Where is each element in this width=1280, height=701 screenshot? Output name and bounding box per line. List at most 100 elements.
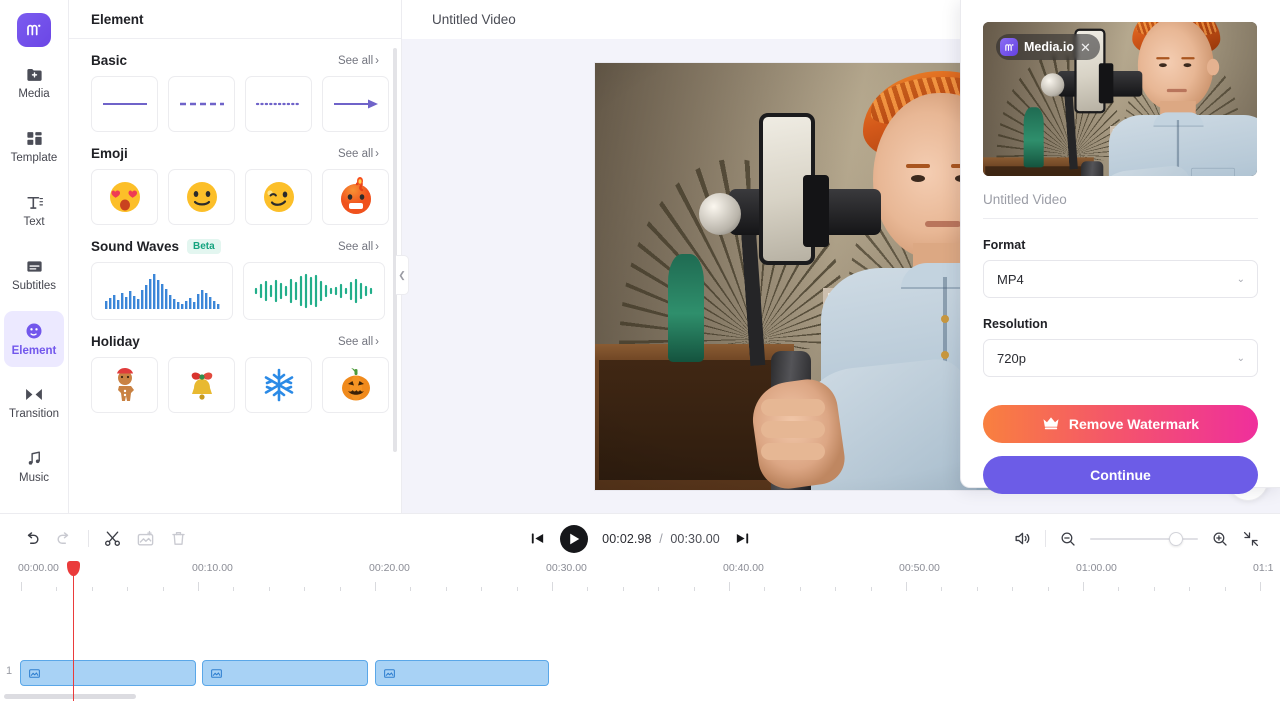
element-winking-emoji[interactable]: [245, 169, 312, 225]
thumb-eye-right: [1183, 63, 1192, 68]
tick-label: 01:1: [1253, 562, 1274, 574]
ruler-minor-tick: [1047, 587, 1049, 591]
format-select[interactable]: MP4 ⌄: [983, 260, 1258, 298]
sidebar-item-label: Element: [11, 344, 57, 357]
timeline-ruler[interactable]: 00:00.00 00:10.00 00:20.00 00:30.00 00:4…: [0, 562, 1280, 596]
add-image-icon[interactable]: [136, 529, 155, 548]
element-dashed-line[interactable]: [168, 76, 235, 132]
app-logo-icon[interactable]: [17, 13, 51, 47]
element-smiling-emoji[interactable]: [168, 169, 235, 225]
timeline-horizontal-scrollbar[interactable]: [4, 694, 136, 699]
editor-toolbar: 00:02.98 / 00:30.00: [0, 513, 1280, 562]
sidebar-item-media[interactable]: Media: [4, 55, 64, 111]
zoom-slider[interactable]: [1090, 531, 1198, 546]
image-icon: [210, 667, 223, 680]
element-heart-eyes-emoji[interactable]: [91, 169, 158, 225]
element-panel-header: Element: [69, 0, 401, 39]
fit-collapse-icon[interactable]: [1242, 530, 1260, 548]
table-row[interactable]: [20, 660, 196, 686]
track-number: 1: [6, 665, 13, 677]
ruler-minor-tick: [481, 587, 483, 591]
remove-watermark-label: Remove Watermark: [1068, 416, 1200, 432]
ruler-minor-tick: [1153, 587, 1155, 591]
thumb-brow-right: [1181, 57, 1195, 60]
section-header-holiday: Holiday See all ›: [91, 334, 379, 349]
sidebar-item-element[interactable]: Element: [4, 311, 64, 367]
element-gingerbread-man[interactable]: [91, 357, 158, 413]
scissors-icon[interactable]: [103, 529, 122, 548]
element-dotted-line[interactable]: [245, 76, 312, 132]
total-time: 00:30.00: [670, 531, 720, 546]
remove-watermark-button[interactable]: Remove Watermark: [983, 405, 1258, 443]
ruler-major-tick: [21, 582, 22, 591]
basic-grid: [91, 76, 389, 132]
see-all-sound-waves[interactable]: See all ›: [338, 241, 379, 253]
panel-collapse-toggle[interactable]: ❮: [396, 255, 409, 295]
see-all-holiday[interactable]: See all ›: [338, 336, 379, 348]
section-title: Holiday: [91, 334, 140, 349]
resolution-select[interactable]: 720p ⌄: [983, 339, 1258, 377]
sidebar-item-text[interactable]: Text: [4, 183, 64, 239]
element-blue-bar-waveform[interactable]: [91, 262, 233, 320]
element-jack-o-lantern[interactable]: [322, 357, 389, 413]
element-christmas-bell[interactable]: [168, 357, 235, 413]
see-all-label: See all: [337, 54, 374, 67]
chevron-left-icon: ❮: [398, 269, 406, 280]
element-panel-scrollbar[interactable]: [393, 48, 397, 452]
section-title: Sound Waves: [91, 239, 180, 254]
table-row[interactable]: [202, 660, 368, 686]
template-grid-icon: [25, 129, 44, 148]
element-solid-line[interactable]: [91, 76, 158, 132]
toolbar-right-group: [1013, 514, 1260, 563]
sound-waves-grid: [91, 262, 385, 320]
sidebar-item-label: Template: [10, 152, 58, 165]
sidebar-item-music[interactable]: Music: [4, 439, 64, 495]
sidebar-item-label: Music: [18, 472, 50, 485]
element-snowflake[interactable]: [245, 357, 312, 413]
transition-icon: [24, 385, 44, 404]
skip-next-icon[interactable]: [734, 530, 751, 547]
watermark-close-icon[interactable]: ✕: [1080, 41, 1091, 54]
sidebar-item-subtitles[interactable]: Subtitles: [4, 247, 64, 303]
tick-label: 00:30.00: [546, 562, 587, 574]
time-readout: 00:02.98 / 00:30.00: [602, 532, 720, 546]
sidebar-item-label: Transition: [8, 408, 60, 421]
redo-icon[interactable]: [55, 529, 74, 548]
resolution-label: Resolution: [983, 317, 1048, 331]
ruler-major-tick: [906, 582, 907, 591]
undo-icon[interactable]: [22, 529, 41, 548]
continue-button[interactable]: Continue: [983, 456, 1258, 494]
section-title: Basic: [91, 53, 128, 68]
playhead[interactable]: [67, 561, 80, 701]
zoom-slider-handle[interactable]: [1169, 531, 1183, 546]
timeline[interactable]: 00:00.00 00:10.00 00:20.00 00:30.00 00:4…: [0, 561, 1280, 701]
export-project-name[interactable]: Untitled Video: [983, 192, 1258, 219]
element-exploding-head-emoji[interactable]: [322, 169, 389, 225]
ruler-minor-tick: [835, 587, 837, 591]
ruler-minor-tick: [799, 587, 801, 591]
volume-icon[interactable]: [1013, 529, 1032, 548]
element-green-line-waveform[interactable]: [243, 262, 385, 320]
zoom-in-icon[interactable]: [1211, 530, 1229, 548]
element-arrow-line[interactable]: [322, 76, 389, 132]
trash-icon[interactable]: [169, 529, 188, 548]
ruler-major-tick: [1083, 582, 1084, 591]
see-all-emoji[interactable]: See all ›: [338, 148, 379, 160]
tick-label: 00:50.00: [899, 562, 940, 574]
see-all-label: See all: [337, 240, 374, 253]
ruler-major-tick: [552, 582, 553, 591]
ruler-minor-tick: [587, 587, 589, 591]
sidebar-item-transition[interactable]: Transition: [4, 375, 64, 431]
skip-previous-icon[interactable]: [529, 530, 546, 547]
thumb-eye-left: [1159, 63, 1167, 68]
play-button[interactable]: [560, 524, 589, 553]
sidebar-item-template[interactable]: Template: [4, 119, 64, 175]
tick-label: 00:00.00: [18, 562, 59, 574]
sidebar-item-label: Media: [18, 88, 50, 101]
music-note-icon: [25, 449, 44, 468]
ruler-major-tick: [198, 582, 199, 591]
table-row[interactable]: [375, 660, 549, 686]
zoom-out-icon[interactable]: [1059, 530, 1077, 548]
timeline-track-1: 1: [0, 660, 1280, 686]
see-all-basic[interactable]: See all ›: [338, 55, 379, 67]
